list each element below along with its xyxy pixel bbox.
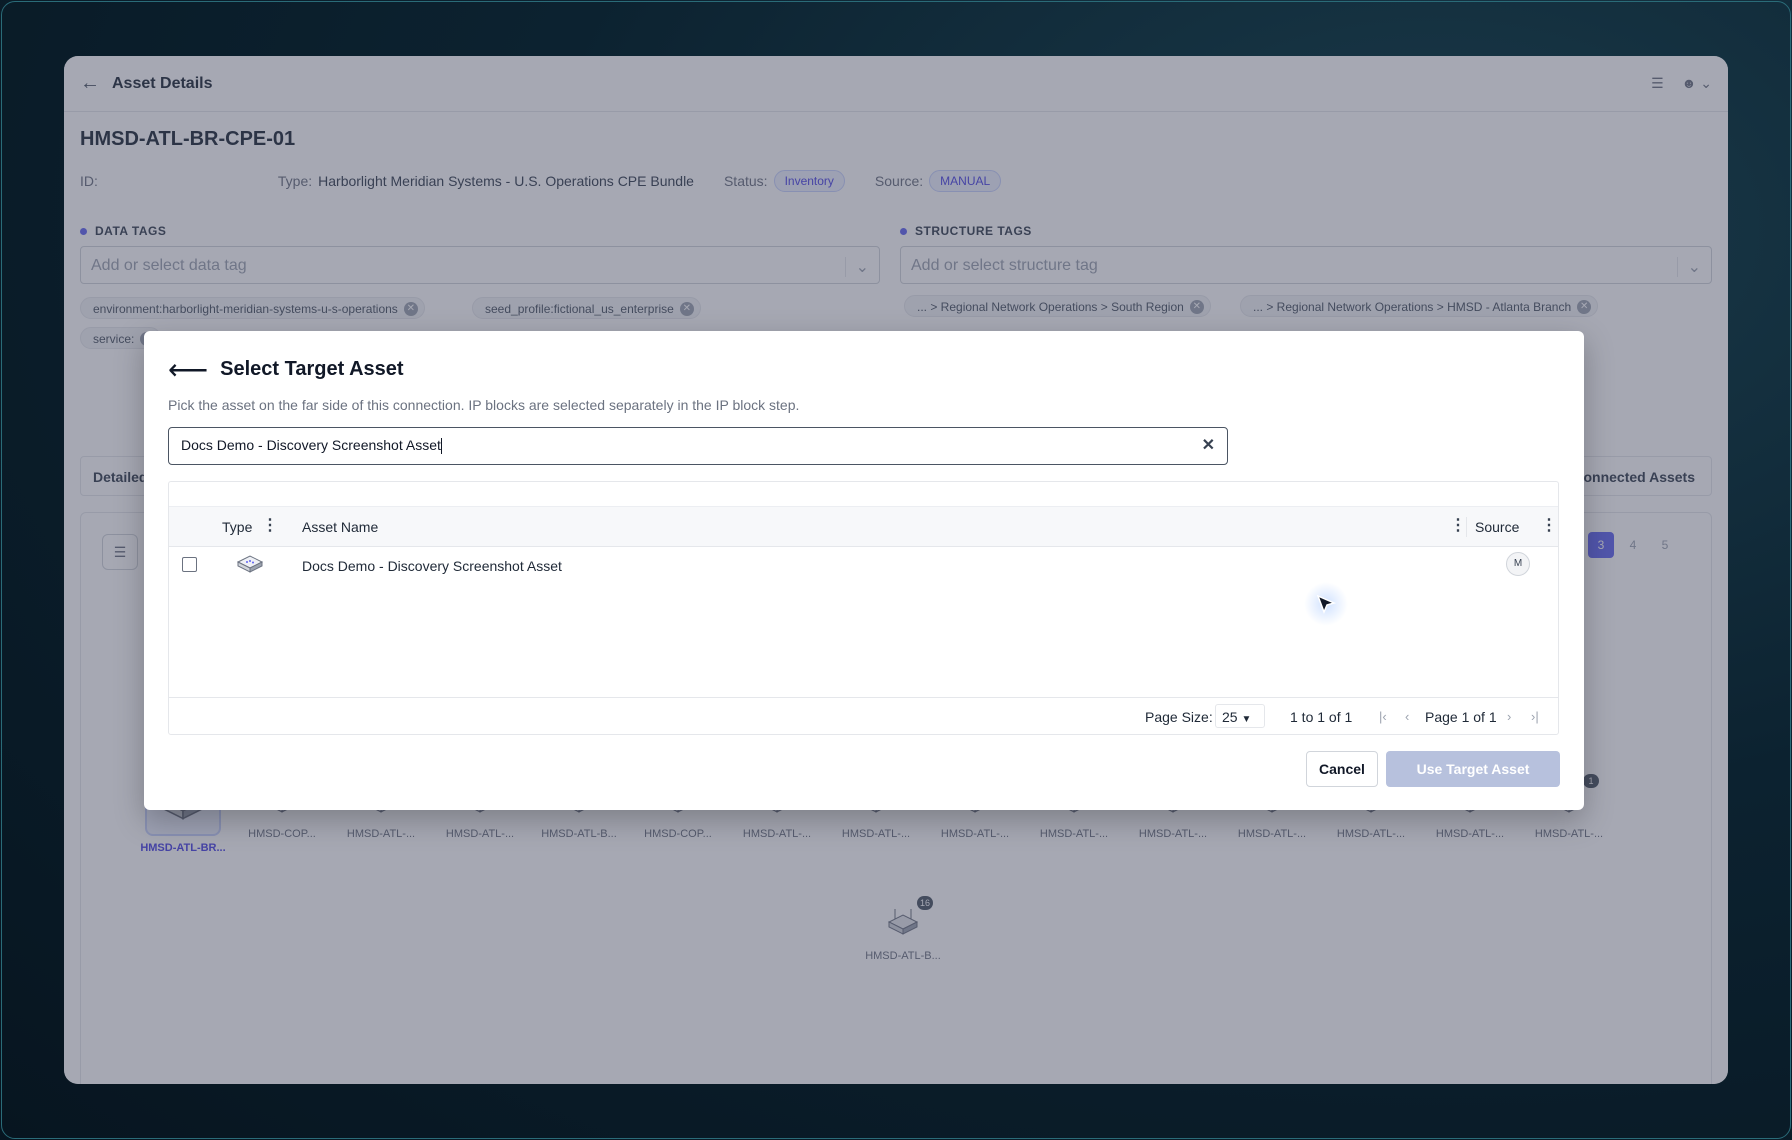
table-row[interactable]: Docs Demo - Discovery Screenshot Asset M bbox=[169, 547, 1558, 583]
grid-toolbar bbox=[169, 482, 1558, 507]
caret-down-icon: ▼ bbox=[1241, 714, 1252, 725]
use-target-asset-button[interactable]: Use Target Asset bbox=[1386, 751, 1560, 787]
grid-pagination: Page Size: 25 ▼ 1 to 1 of 1 |‹ ‹ Page 1 … bbox=[169, 697, 1558, 734]
mouse-cursor-icon bbox=[1316, 594, 1337, 614]
row-checkbox[interactable] bbox=[182, 557, 197, 572]
asset-name-cell: Docs Demo - Discovery Screenshot Asset bbox=[302, 558, 562, 574]
next-page-icon[interactable]: › bbox=[1507, 709, 1511, 724]
asset-search-input[interactable]: Docs Demo - Discovery Screenshot Asset ✕ bbox=[168, 427, 1228, 465]
column-menu-icon[interactable]: ⋮ bbox=[262, 518, 278, 534]
dialog-subtitle: Pick the asset on the far side of this c… bbox=[168, 397, 800, 413]
grid-header: Type ⋮ Asset Name ⋮ Source ⋮ bbox=[169, 507, 1558, 547]
column-menu-icon[interactable]: ⋮ bbox=[1541, 518, 1557, 534]
page-size-label: Page Size: bbox=[1145, 709, 1213, 725]
column-header-asset-name[interactable]: Asset Name bbox=[302, 519, 378, 535]
first-page-icon[interactable]: |‹ bbox=[1379, 709, 1387, 724]
asset-grid: Type ⋮ Asset Name ⋮ Source ⋮ Docs Demo -… bbox=[168, 481, 1559, 735]
dialog-title: Select Target Asset bbox=[220, 358, 404, 380]
dialog-header: ⟵ Select Target Asset bbox=[168, 355, 404, 383]
select-target-asset-dialog: ⟵ Select Target Asset Pick the asset on … bbox=[144, 331, 1584, 810]
column-menu-icon[interactable]: ⋮ bbox=[1450, 518, 1466, 534]
search-value: Docs Demo - Discovery Screenshot Asset bbox=[181, 437, 441, 453]
page-size-value: 25 bbox=[1222, 709, 1238, 725]
cancel-button[interactable]: Cancel bbox=[1306, 751, 1378, 787]
column-divider bbox=[1466, 517, 1467, 537]
prev-page-icon[interactable]: ‹ bbox=[1405, 709, 1409, 724]
clear-search-icon[interactable]: ✕ bbox=[1202, 428, 1215, 463]
page-size-select[interactable]: 25 ▼ bbox=[1215, 704, 1265, 728]
last-page-icon[interactable]: ›| bbox=[1531, 709, 1539, 724]
column-header-source[interactable]: Source bbox=[1475, 519, 1519, 535]
source-badge: M bbox=[1506, 552, 1530, 576]
back-arrow-icon[interactable]: ⟵ bbox=[168, 355, 208, 383]
device-icon bbox=[235, 553, 265, 575]
text-caret bbox=[440, 438, 442, 455]
page-indicator: Page 1 of 1 bbox=[1425, 709, 1497, 725]
row-range: 1 to 1 of 1 bbox=[1290, 709, 1353, 725]
column-header-type[interactable]: Type bbox=[222, 519, 252, 535]
